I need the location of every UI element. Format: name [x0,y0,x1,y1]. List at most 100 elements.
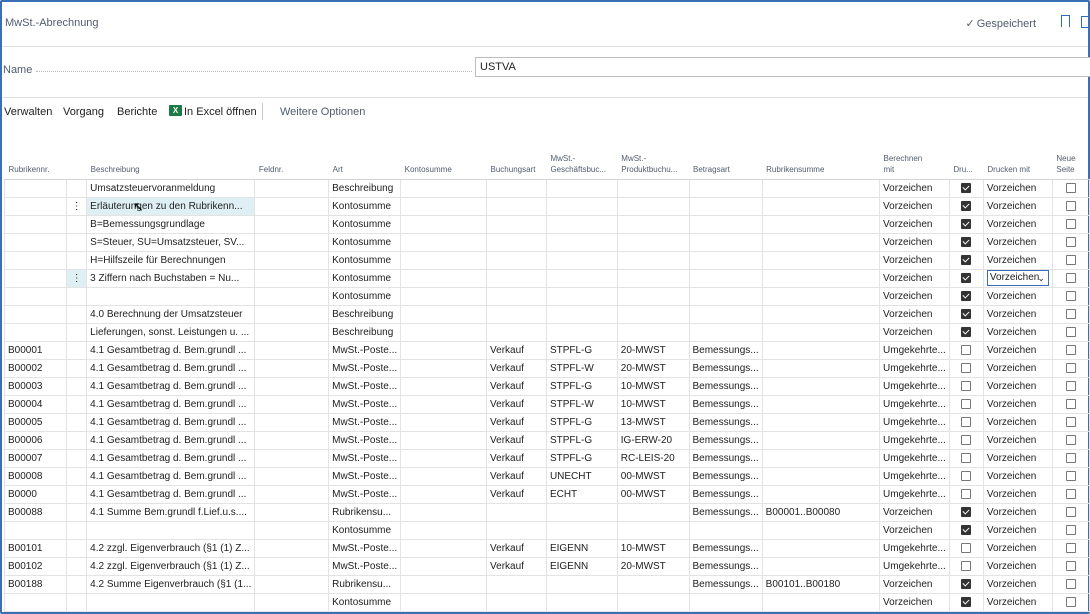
cell-berechnen-mit[interactable]: Vorzeichen [879,179,950,198]
cell-betragsart[interactable]: Bemessungs... [688,341,763,360]
cell-art[interactable]: MwSt.-Poste... [328,467,402,486]
verwalten-button[interactable]: Verwalten [4,106,52,118]
cell-drucken-mit[interactable]: Vorzeichen [982,413,1053,432]
print-checkbox[interactable] [961,201,972,212]
cell-rubrikensumme[interactable] [761,197,881,216]
cell-mwst-geschaeftsbuchung[interactable]: STPFL-G [545,377,618,396]
cell-betragsart[interactable] [688,179,763,198]
cell-neue-seite[interactable] [1051,395,1090,414]
col-berechnen-mit[interactable]: Berechnen mit [879,146,950,180]
cell-art[interactable]: Kontosumme [328,215,402,234]
cell-berechnen-mit[interactable]: Umgekehrte... [879,413,950,432]
cell-berechnen-mit[interactable]: Umgekehrte... [879,467,950,486]
open-in-excel-button[interactable]: In Excel öffnen [184,106,257,118]
cell-rubrikensumme[interactable]: B00001..B00080 [761,503,881,522]
cell-betragsart[interactable] [688,305,763,324]
cell-berechnen-mit[interactable]: Vorzeichen [879,251,950,270]
table-row[interactable]: B00004 4.1 Gesamtbetrag d. Bem.grundl ...… [3,395,1090,414]
table-row[interactable]: 4.0 Berechnung der Umsatzsteuer Beschreib… [3,305,1090,324]
row-actions-cell[interactable]: ⋮ [66,197,88,216]
cell-drucken[interactable] [948,413,984,432]
cell-drucken-mit[interactable]: Vorzeichen [982,305,1053,324]
new-page-checkbox[interactable] [1065,417,1076,428]
print-checkbox[interactable] [961,507,972,518]
cell-beschreibung[interactable]: 4.2 zzgl. Eigenverbrauch (§1 (1) Z... [86,539,256,558]
cell-mwst-produktbuchung[interactable] [616,305,690,324]
cell-drucken[interactable] [948,467,984,486]
print-checkbox[interactable] [961,183,972,194]
cell-berechnen-mit[interactable]: Vorzeichen [879,575,950,594]
cell-mwst-geschaeftsbuchung[interactable]: STPFL-G [545,431,618,450]
cell-mwst-geschaeftsbuchung[interactable] [545,575,618,594]
cell-feldnr[interactable] [254,539,330,558]
cell-betragsart[interactable]: Bemessungs... [688,485,763,504]
cell-kontosumme[interactable] [400,269,488,288]
cell-feldnr[interactable] [254,287,330,306]
cell-mwst-produktbuchung[interactable] [616,323,690,342]
cell-drucken[interactable] [948,233,984,252]
col-rubrikennr[interactable]: Rubrikennr. [4,146,67,180]
cell-beschreibung[interactable]: 4.1 Gesamtbetrag d. Bem.grundl ... [86,341,256,360]
cell-neue-seite[interactable] [1051,413,1090,432]
cell-drucken-mit[interactable]: Vorzeichen [982,557,1053,576]
cell-beschreibung[interactable] [86,521,256,540]
cell-art[interactable]: MwSt.-Poste... [328,485,402,504]
cell-betragsart[interactable]: Bemessungs... [688,449,763,468]
cell-drucken[interactable] [948,323,984,342]
new-page-checkbox[interactable] [1065,489,1076,500]
cell-art[interactable]: MwSt.-Poste... [328,341,402,360]
cell-drucken-mit[interactable]: Vorzeichen [982,323,1053,342]
cell-rubrikensumme[interactable] [761,593,881,612]
cell-berechnen-mit[interactable]: Umgekehrte... [879,485,950,504]
new-page-checkbox[interactable] [1065,399,1076,410]
cell-kontosumme[interactable] [400,341,488,360]
cell-feldnr[interactable] [254,251,330,270]
print-checkbox[interactable] [961,489,972,500]
cell-mwst-geschaeftsbuchung[interactable]: STPFL-G [545,413,618,432]
print-checkbox[interactable] [961,417,972,428]
table-row[interactable]: B00003 4.1 Gesamtbetrag d. Bem.grundl ...… [3,377,1090,396]
cell-art[interactable]: Rubrikensu... [328,575,402,594]
cell-rubrikennr[interactable] [3,251,68,270]
bookmark-icon[interactable] [1061,15,1070,27]
more-vertical-icon[interactable]: ⋮ [72,201,82,212]
cell-betragsart[interactable]: Bemessungs... [688,557,763,576]
cell-betragsart[interactable] [688,215,763,234]
cell-rubrikensumme[interactable] [761,305,881,324]
cell-kontosumme[interactable] [400,449,488,468]
cell-mwst-produktbuchung[interactable] [616,233,690,252]
cell-beschreibung[interactable]: 4.1 Gesamtbetrag d. Bem.grundl ... [86,395,256,414]
name-input[interactable] [475,57,1090,77]
row-actions-cell[interactable] [66,359,88,378]
new-page-checkbox[interactable] [1065,381,1076,392]
cell-rubrikennr[interactable]: B00008 [3,467,68,486]
cell-drucken[interactable] [948,539,984,558]
cell-neue-seite[interactable] [1051,485,1090,504]
cell-drucken[interactable] [948,485,984,504]
col-drucken-mit[interactable]: Drucken mit [983,146,1053,180]
cell-buchungsart[interactable] [486,269,547,288]
table-row[interactable]: Kontosumme Vorzeichen Vorzeichen [3,593,1090,612]
row-actions-cell[interactable]: ⋮ [66,269,88,288]
row-actions-cell[interactable] [66,179,88,198]
cell-beschreibung[interactable]: 4.1 Gesamtbetrag d. Bem.grundl ... [86,413,256,432]
print-checkbox[interactable] [961,363,972,374]
cell-mwst-geschaeftsbuchung[interactable]: ECHT [545,485,618,504]
cell-berechnen-mit[interactable]: Vorzeichen [879,323,950,342]
cell-kontosumme[interactable] [400,359,488,378]
cell-rubrikennr[interactable]: B00188 [3,575,68,594]
cell-berechnen-mit[interactable]: Umgekehrte... [879,557,950,576]
new-page-checkbox[interactable] [1065,273,1076,284]
cell-mwst-geschaeftsbuchung[interactable] [545,179,618,198]
cell-feldnr[interactable] [254,323,330,342]
table-row[interactable]: B00188 4.2 Summe Eigenverbrauch (§1 (1...… [3,575,1090,594]
cell-mwst-produktbuchung[interactable] [616,503,690,522]
cell-mwst-produktbuchung[interactable]: 00-MWST [616,467,690,486]
cell-betragsart[interactable] [688,593,763,612]
cell-neue-seite[interactable] [1051,503,1090,522]
cell-feldnr[interactable] [254,575,330,594]
cell-drucken[interactable] [948,287,984,306]
cell-mwst-geschaeftsbuchung[interactable] [545,593,618,612]
cell-drucken-mit[interactable]: Vorzeichen [982,359,1053,378]
cell-kontosumme[interactable] [400,539,488,558]
